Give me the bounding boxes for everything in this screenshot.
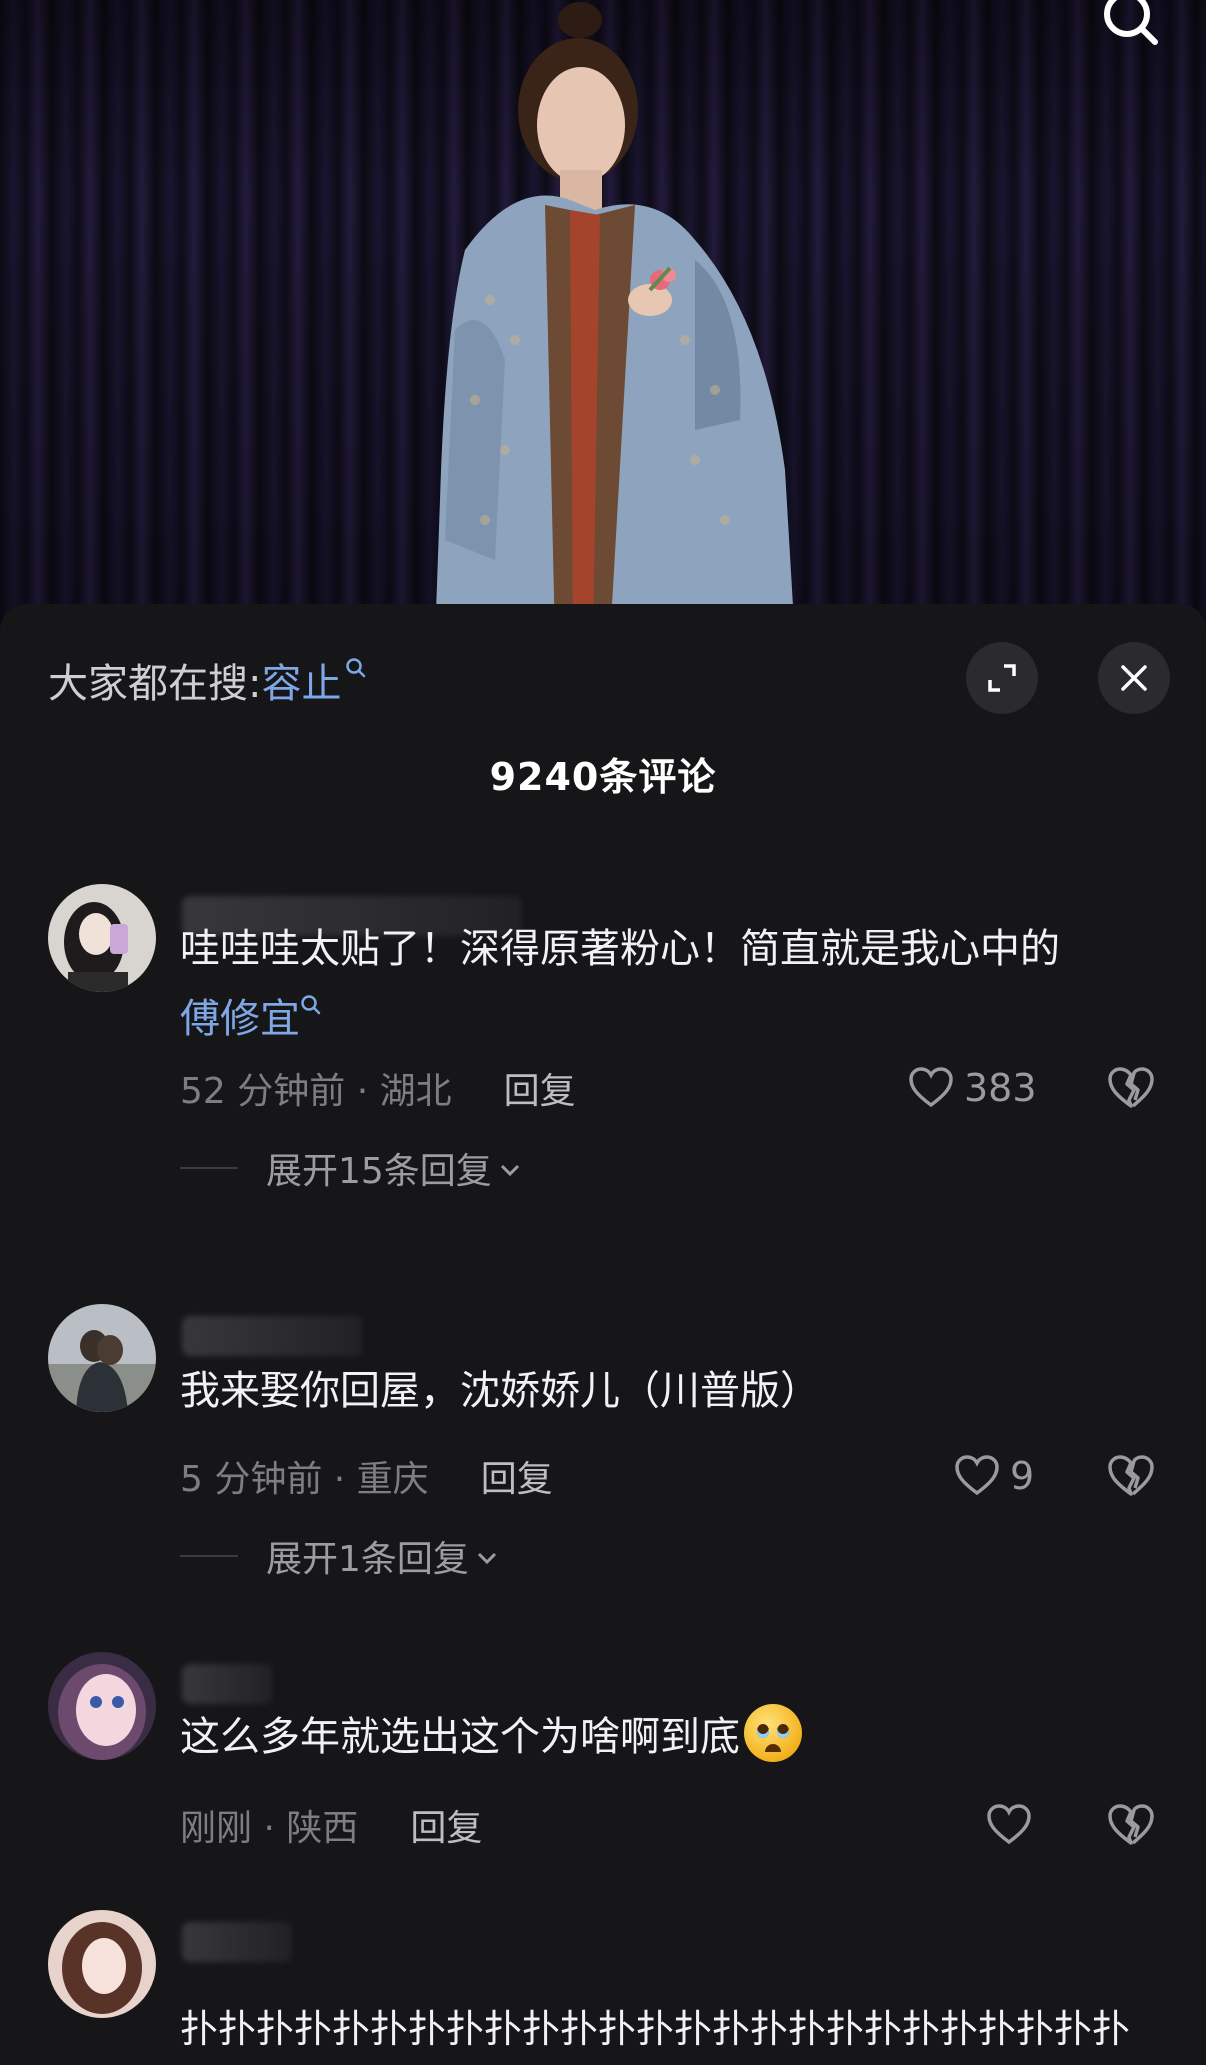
comment-meta: 52 分钟前 · 湖北 回复 (180, 1063, 576, 1113)
reply-button[interactable]: 回复 (481, 1450, 553, 1502)
reply-button[interactable]: 回复 (504, 1062, 576, 1114)
heart-icon (987, 1804, 1031, 1845)
expand-replies-button[interactable]: 展开1条回复 (180, 1531, 499, 1581)
expand-icon (988, 664, 1016, 692)
comment-time-location: 52 分钟前 · 湖北 (180, 1071, 452, 1112)
avatar[interactable] (48, 1910, 156, 2018)
username-blurred[interactable] (182, 1664, 272, 1704)
dislike-button[interactable] (1104, 1451, 1158, 1501)
close-button[interactable] (1098, 642, 1170, 714)
divider (180, 1167, 238, 1169)
broken-heart-icon (1108, 1067, 1154, 1108)
search-small-icon (346, 658, 366, 678)
dislike-button[interactable] (1104, 1063, 1158, 1113)
avatar[interactable] (48, 884, 156, 992)
avatar[interactable] (48, 1652, 156, 1760)
comment-text: 我来娶你回屋，沈娇娇儿（川普版） (180, 1368, 820, 1414)
comments-screen: 大家都在搜: 容止 9240条评论 哇哇哇太贴了！深得原著粉心！简直就是我心中的… (0, 0, 1206, 2065)
chevron-down-icon (500, 1164, 519, 1177)
search-icon (1104, 0, 1158, 45)
like-button[interactable]: 383 (908, 1063, 1037, 1113)
like-button[interactable]: 9 (954, 1451, 1034, 1501)
dislike-button[interactable] (1104, 1800, 1158, 1850)
like-button[interactable] (986, 1800, 1032, 1850)
comments-sheet: 大家都在搜: 容止 9240条评论 哇哇哇太贴了！深得原著粉心！简直就是我心中的… (0, 604, 1206, 2065)
chevron-down-icon (477, 1552, 496, 1565)
search-small-icon (301, 995, 321, 1015)
like-count: 9 (1010, 1454, 1035, 1498)
broken-heart-icon (1108, 1455, 1154, 1496)
hot-search-term-link[interactable]: 容止 (261, 651, 367, 709)
comment-time-location: 5 分钟前 · 重庆 (180, 1459, 429, 1500)
divider (180, 1555, 238, 1557)
reply-button[interactable]: 回复 (410, 1799, 482, 1851)
hot-search-label: 大家都在搜: (48, 661, 262, 707)
comment-hot-link[interactable]: 傅修宜 (180, 995, 322, 1042)
comment-time-location: 刚刚 · 陕西 (180, 1808, 359, 1849)
search-button[interactable] (1094, 0, 1170, 58)
username-blurred[interactable] (182, 1316, 362, 1356)
comment-text: 扑扑扑扑扑扑扑扑扑扑扑扑扑扑扑扑扑扑扑扑扑扑扑扑扑扑扑扑扑扑扑扑扑扑扑扑扑扑扑扑… (180, 2007, 1131, 2051)
hot-search-bar[interactable]: 大家都在搜: 容止 (48, 650, 367, 710)
like-count: 383 (964, 1066, 1037, 1110)
username-blurred[interactable] (182, 1922, 292, 1962)
comment-meta: 刚刚 · 陕西 回复 (180, 1800, 482, 1850)
video-frame-figure (435, 2, 795, 640)
comment-count-title: 9240条评论 (489, 755, 717, 799)
heart-icon (955, 1455, 999, 1496)
broken-heart-icon (1108, 1804, 1154, 1845)
close-icon (1121, 665, 1147, 691)
comment-text: 哇哇哇太贴了！深得原著粉心！简直就是我心中的 傅修宜 (180, 926, 1060, 1042)
heart-icon (909, 1067, 953, 1108)
expand-button[interactable] (966, 642, 1038, 714)
comment-meta: 5 分钟前 · 重庆 回复 (180, 1451, 553, 1501)
video-player[interactable] (0, 0, 1206, 640)
avatar[interactable] (48, 1304, 156, 1412)
comment-text: 这么多年就选出这个为啥啊到底 (180, 1702, 1160, 1772)
expand-replies-button[interactable]: 展开15条回复 (180, 1143, 522, 1193)
pleading-face-emoji (744, 1704, 802, 1762)
